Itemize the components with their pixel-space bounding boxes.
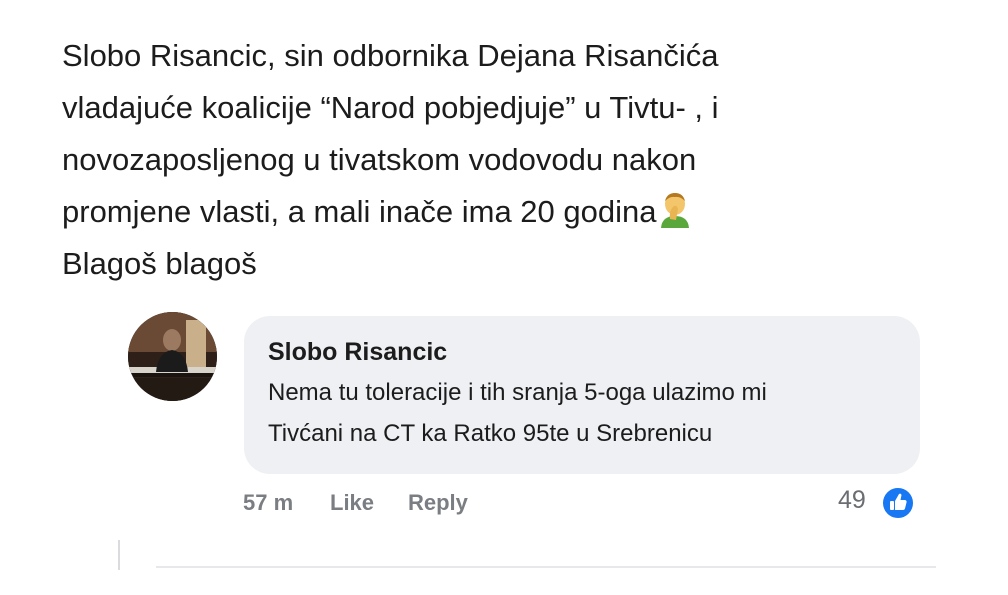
avatar-photo — [128, 312, 217, 401]
comment-timestamp[interactable]: 57 m — [243, 490, 293, 516]
avatar[interactable] — [128, 312, 217, 401]
comment-text-line: Tivćani na CT ka Ratko 95te u Srebrenicu — [268, 420, 713, 447]
comment-text-line: Nema tu toleracije i tih sranja 5-oga ul… — [268, 379, 767, 406]
comment-author[interactable]: Slobo Risancic — [268, 338, 447, 367]
comment: Slobo Risancic Nema tu toleracije i tih … — [0, 0, 1008, 595]
reply-button[interactable]: Reply — [408, 490, 468, 516]
like-button[interactable]: Like — [330, 490, 374, 516]
divider — [156, 566, 936, 568]
thread-line — [118, 540, 120, 570]
thumbs-up-icon[interactable] — [881, 486, 915, 520]
reaction-count[interactable]: 49 — [838, 486, 866, 515]
